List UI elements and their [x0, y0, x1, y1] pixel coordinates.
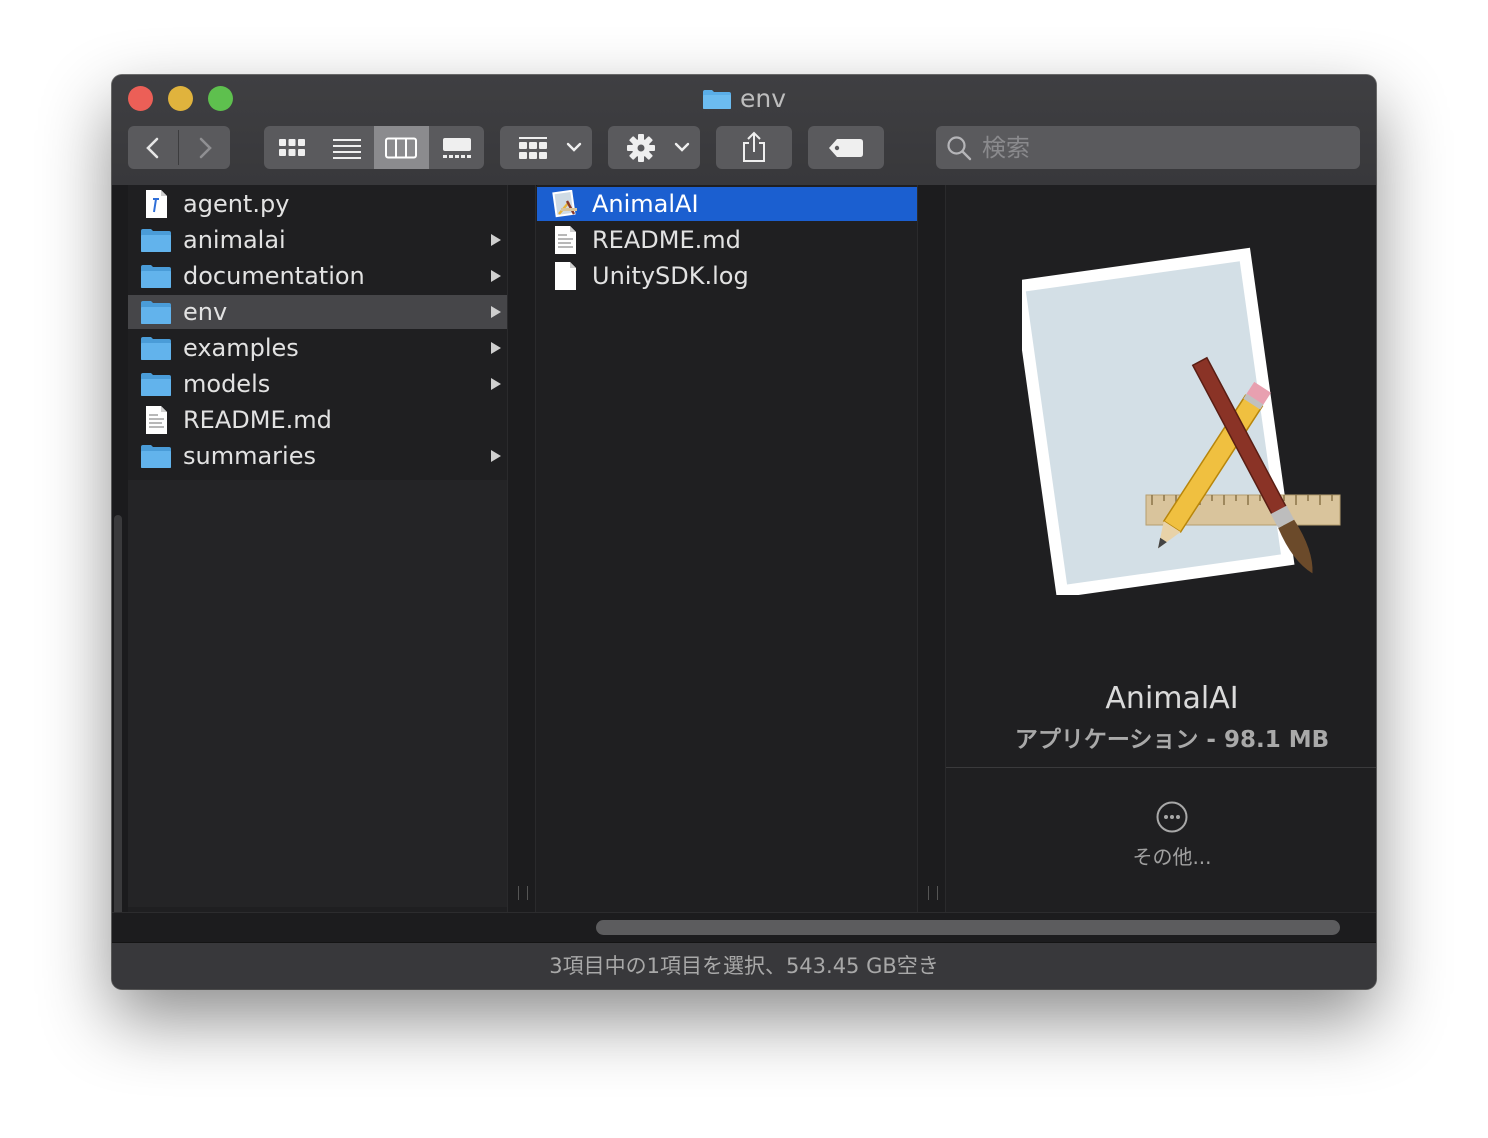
list-view-button[interactable] — [319, 126, 374, 169]
disclosure-arrow-icon — [491, 270, 501, 282]
gallery-icon — [443, 138, 471, 158]
chevron-left-icon — [146, 137, 159, 159]
title-bar: env 検索 — [112, 75, 1376, 186]
finder-window: env 検索 agent.py animalai documentation e… — [112, 75, 1376, 989]
grid-icon — [279, 139, 305, 156]
nav-buttons — [128, 126, 230, 169]
xcode-app-icon — [1022, 247, 1341, 595]
search-placeholder: 検索 — [982, 134, 1030, 162]
view-mode-control — [264, 126, 484, 169]
python-file-icon — [146, 190, 167, 218]
folder-icon — [141, 265, 171, 288]
horizontal-scrollbar[interactable] — [596, 920, 1340, 935]
folder-icon — [141, 373, 171, 396]
disclosure-arrow-icon — [491, 378, 501, 390]
preview-info: アプリケーション - 98.1 MB — [1014, 727, 1330, 753]
gear-icon — [627, 134, 655, 162]
folder-icon — [141, 337, 171, 360]
column-view-button[interactable] — [374, 126, 429, 169]
column-1-empty-area — [128, 480, 507, 907]
list-icon — [333, 139, 361, 159]
chevron-down-icon — [674, 142, 690, 152]
app-icon — [552, 190, 577, 218]
column-2: AnimalAI README.md UnitySDK.log — [537, 185, 917, 912]
more-button-label[interactable]: その他... — [946, 843, 1376, 871]
chevron-down-icon — [566, 142, 582, 152]
markdown-file-icon — [555, 226, 576, 254]
share-icon — [743, 131, 765, 162]
search-field[interactable]: 検索 — [936, 126, 1360, 169]
list-item[interactable]: agent.py — [128, 187, 507, 221]
gallery-view-button[interactable] — [429, 126, 484, 169]
disclosure-arrow-icon — [491, 450, 501, 462]
list-item[interactable]: examples — [128, 331, 507, 365]
preview-title: AnimalAI — [1105, 681, 1239, 716]
preview-separator — [946, 767, 1376, 768]
share-button[interactable] — [716, 126, 792, 169]
icon-view-button[interactable] — [264, 126, 319, 169]
list-item[interactable]: animalai — [128, 223, 507, 257]
document-icon — [555, 262, 576, 290]
group-button[interactable] — [500, 126, 592, 169]
folder-icon — [702, 90, 731, 109]
more-icon[interactable] — [1156, 801, 1188, 833]
column-resize-handle[interactable] — [507, 185, 536, 912]
window-title-text: env — [739, 84, 787, 113]
list-item[interactable]: UnitySDK.log — [537, 259, 917, 293]
list-item[interactable]: models — [128, 367, 507, 401]
sidebar-edge — [112, 185, 128, 935]
folder-icon — [141, 445, 171, 468]
list-item[interactable]: documentation — [128, 259, 507, 293]
columns-icon — [385, 137, 417, 159]
list-item[interactable]: README.md — [128, 403, 507, 437]
action-button[interactable] — [608, 126, 700, 169]
folder-icon — [141, 229, 171, 252]
status-bar: 3項目中の1項目を選択、543.45 GB空き — [112, 942, 1376, 989]
markdown-file-icon — [146, 406, 167, 434]
column-resize-handle[interactable] — [917, 185, 946, 912]
tag-icon — [829, 139, 863, 157]
window-title: env — [112, 83, 1376, 115]
disclosure-arrow-icon — [491, 306, 501, 318]
back-button[interactable] — [128, 126, 178, 169]
search-icon — [947, 136, 972, 161]
vertical-scrollbar[interactable] — [114, 515, 122, 935]
list-item[interactable]: summaries — [128, 439, 507, 473]
list-item-selected[interactable]: env — [128, 295, 507, 329]
tag-button[interactable] — [808, 126, 884, 169]
list-item-selected[interactable]: AnimalAI — [537, 187, 917, 221]
disclosure-arrow-icon — [491, 342, 501, 354]
forward-button[interactable] — [179, 126, 230, 169]
disclosure-arrow-icon — [491, 234, 501, 246]
chevron-right-icon — [199, 137, 212, 159]
folder-icon — [141, 301, 171, 324]
list-item[interactable]: README.md — [537, 223, 917, 257]
group-grid-icon — [519, 137, 547, 159]
